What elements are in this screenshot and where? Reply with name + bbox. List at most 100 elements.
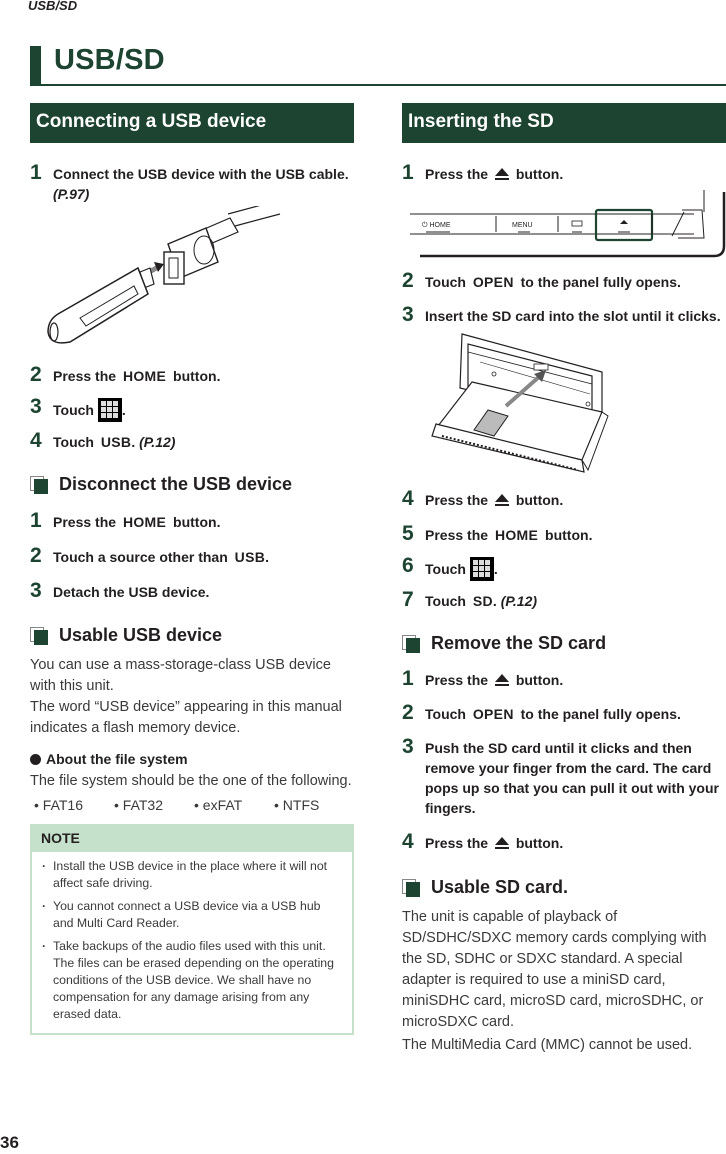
step-text: . <box>492 593 497 609</box>
subhead-disconnect-usb: Disconnect the USB device <box>30 472 354 496</box>
running-head: USB/SD <box>28 0 78 13</box>
subhead-usable-sd: Usable SD card. <box>402 875 726 899</box>
step-text: to the panel fully opens. <box>520 274 681 290</box>
subhead-text: Usable USB device <box>59 625 223 645</box>
step-number: 2 <box>30 363 42 386</box>
insert-step-4: 4 Press the button. <box>402 487 726 510</box>
sd-card-insertion-illustration <box>431 333 609 473</box>
insert-step-5: 5 Press the HOME button. <box>402 522 726 545</box>
step-number: 4 <box>402 487 414 510</box>
usable-usb-paragraph: You can use a mass-storage-class USB dev… <box>30 657 331 694</box>
page-reference[interactable]: (P.12) <box>139 434 175 450</box>
step-number: 1 <box>30 161 42 184</box>
section-title-connecting-usb: Connecting a USB device <box>30 103 354 143</box>
home-keyword: HOME <box>494 527 539 543</box>
step-text: Detach the USB device. <box>53 584 210 600</box>
remove-step-1: 1 Press the button. <box>402 667 726 690</box>
step-text: . <box>131 434 136 450</box>
panel-home-label: ⏻ HOME <box>422 221 451 229</box>
step-text: Push the SD card until it clicks and the… <box>425 740 719 816</box>
usable-sd-paragraph: The unit is capable of playback of SD/SD… <box>402 909 707 1030</box>
panel-menu-label: MENU <box>512 222 533 229</box>
section-marker-icon <box>402 879 420 897</box>
insert-step-1: 1 Press the button. <box>402 161 726 184</box>
step-number: 4 <box>402 830 414 853</box>
page-reference[interactable]: (P.12) <box>501 593 537 609</box>
file-system-text: The file system should be the one of the… <box>30 773 352 789</box>
section-title-inserting-sd: Inserting the SD <box>402 103 726 143</box>
step-text: button. <box>515 492 564 508</box>
step-text: to the panel fully opens. <box>520 706 681 722</box>
step-text: . <box>121 402 126 418</box>
section-marker-icon <box>402 635 420 653</box>
step-text: Insert the SD card into the slot until i… <box>425 308 721 324</box>
eject-icon <box>494 494 509 506</box>
step-number: 3 <box>402 303 414 326</box>
sd-keyword: SD <box>472 593 493 609</box>
home-grid-icon[interactable] <box>97 398 122 422</box>
step-number: 1 <box>402 161 414 184</box>
step-number: 3 <box>30 579 42 602</box>
file-system-heading: About the file system <box>30 749 354 769</box>
eject-icon <box>494 168 509 180</box>
home-grid-icon[interactable] <box>469 557 494 581</box>
step-text: . <box>493 561 498 577</box>
page-reference[interactable]: (P.97) <box>53 186 89 202</box>
home-keyword: HOME <box>122 514 167 530</box>
eject-icon <box>494 674 509 686</box>
step-text: Touch <box>53 402 94 418</box>
file-system-item: • FAT32 <box>114 797 163 813</box>
step-text: Touch <box>425 593 466 609</box>
remove-step-3: 3 Push the SD card until it clicks and t… <box>402 735 726 818</box>
step-text: Touch <box>425 274 466 290</box>
note-item: Take backups of the audio files used wit… <box>42 938 338 1023</box>
step-number: 6 <box>402 554 414 577</box>
right-column: Inserting the SD 1 Press the button. ⏻ H… <box>402 103 726 1056</box>
step-number: 5 <box>402 522 414 545</box>
step-number: 3 <box>30 395 42 418</box>
connect-step-2: 2 Press the HOME button. <box>30 363 354 386</box>
remove-step-2: 2 Touch OPEN to the panel fully opens. <box>402 701 726 724</box>
eject-icon <box>494 837 509 849</box>
page-number: 36 <box>0 1133 19 1152</box>
step-text: Touch <box>425 561 466 577</box>
step-text: Press the <box>425 835 489 851</box>
usb-connection-illustration <box>47 206 281 344</box>
step-number: 4 <box>30 429 42 452</box>
step-text: button. <box>515 672 564 688</box>
subhead-remove-sd: Remove the SD card <box>402 631 726 655</box>
file-system-item: • NTFS <box>274 797 320 813</box>
step-text: button. <box>545 527 593 543</box>
step-text: button. <box>515 166 564 182</box>
step-number: 1 <box>30 509 42 532</box>
step-text: button. <box>173 368 221 384</box>
note-heading: NOTE <box>32 826 352 852</box>
connect-step-1: 1 Connect the USB device with the USB ca… <box>30 161 354 204</box>
section-marker-icon <box>30 476 48 494</box>
chapter-header: USB/SD <box>30 44 726 86</box>
step-text: Press the <box>425 527 489 543</box>
note-item: Install the USB device in the place wher… <box>42 858 338 892</box>
step-number: 7 <box>402 588 414 611</box>
disconnect-step-3: 3 Detach the USB device. <box>30 579 354 602</box>
step-number: 2 <box>30 544 42 567</box>
insert-step-6: 6 Touch . <box>402 554 726 581</box>
step-text: Touch <box>53 434 94 450</box>
step-number: 2 <box>402 269 414 292</box>
heading-text: About the file system <box>46 751 188 767</box>
usable-usb-paragraph: The word “USB device” appearing in this … <box>30 699 342 736</box>
insert-step-3: 3 Insert the SD card into the slot until… <box>402 303 726 326</box>
step-text: Press the <box>425 166 489 182</box>
file-system-item: • exFAT <box>194 797 243 813</box>
step-text: Touch a source other than <box>53 549 228 565</box>
insert-step-7: 7 Touch SD. (P.12) <box>402 588 726 611</box>
connect-step-3: 3 Touch . <box>30 395 354 422</box>
chapter-bar <box>30 46 41 84</box>
step-number: 1 <box>402 667 414 690</box>
step-text: Press the <box>53 514 117 530</box>
home-keyword: HOME <box>122 368 167 384</box>
front-panel-illustration: ⏻ HOME MENU <box>410 190 726 258</box>
open-keyword: OPEN <box>472 274 514 290</box>
note-item: You cannot connect a USB device via a US… <box>42 898 338 932</box>
left-column: Connecting a USB device 1 Connect the US… <box>30 103 354 1035</box>
